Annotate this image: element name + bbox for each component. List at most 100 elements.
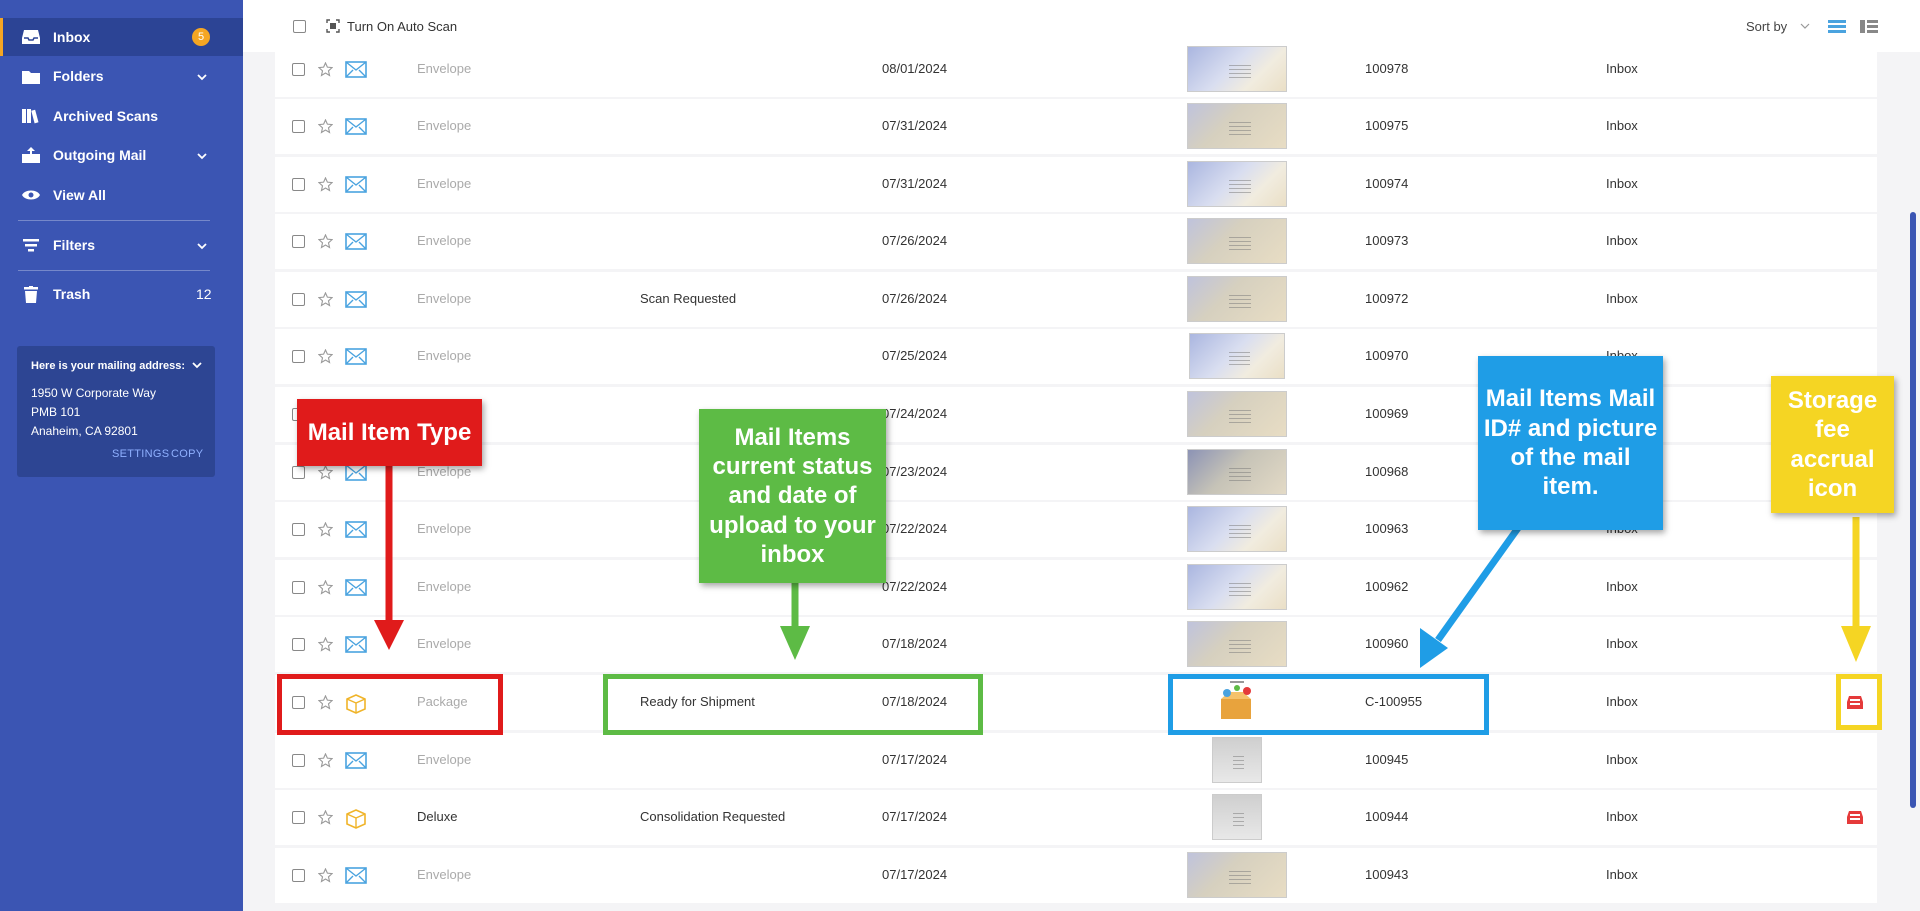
mail-thumbnail[interactable] [1187,218,1287,264]
sidebar-item-folders[interactable]: Folders [0,57,243,95]
star-icon[interactable] [317,464,334,480]
star-icon[interactable] [317,521,334,537]
star-icon[interactable] [317,636,334,652]
table-row[interactable]: Envelope 07/18/2024 100960 Inbox [275,617,1877,672]
select-all-checkbox[interactable] [293,20,306,33]
star-icon[interactable] [317,61,334,77]
row-checkbox[interactable] [292,754,305,767]
star-icon[interactable] [317,291,334,307]
mailid-highlight-box [1168,674,1489,735]
mail-type: Envelope [417,176,472,191]
divider [18,270,210,271]
mail-thumbnail[interactable] [1212,794,1262,840]
row-checkbox[interactable] [292,811,305,824]
address-line: Anaheim, CA 92801 [31,424,138,438]
star-icon[interactable] [317,579,334,595]
mail-date: 07/22/2024 [882,579,948,594]
envelope-icon [345,118,367,135]
table-row[interactable]: Envelope 08/01/2024 100978 Inbox [275,42,1877,97]
mail-id: 100944 [1365,809,1409,824]
detail-view-icon[interactable] [1860,20,1878,33]
mail-thumbnail[interactable] [1187,103,1287,149]
star-icon[interactable] [317,867,334,883]
star-icon[interactable] [317,176,334,192]
mail-thumbnail[interactable] [1187,506,1287,552]
mail-type: Envelope [417,233,472,248]
mail-date: 07/26/2024 [882,291,948,306]
mail-folder: Inbox [1606,752,1638,767]
table-row[interactable]: Deluxe Consolidation Requested 07/17/2024 1… [275,790,1877,845]
envelope-icon [345,867,367,884]
eye-icon [22,186,40,204]
chevron-down-icon[interactable] [197,72,207,82]
sidebar-item-archived-scans[interactable]: Archived Scans [0,97,243,135]
scrollbar[interactable] [1910,212,1916,808]
mail-thumbnail[interactable] [1187,161,1287,207]
row-checkbox[interactable] [292,466,305,479]
table-row[interactable]: Envelope 07/17/2024 100945 Inbox [275,733,1877,788]
address-label-lines [1229,236,1251,251]
row-checkbox[interactable] [292,581,305,594]
sidebar-item-filters[interactable]: Filters [0,226,243,264]
table-row[interactable]: Envelope 07/26/2024 100973 Inbox [275,214,1877,269]
chevron-down-icon[interactable] [1800,22,1810,30]
address-copy-link[interactable]: COPY [171,448,203,460]
table-row[interactable]: Package Ready for Shipment 07/18/2024 C-100… [275,675,1877,730]
address-label-lines [1229,409,1251,424]
sidebar-item-view-all[interactable]: View All [0,176,243,214]
envelope-icon [345,521,367,538]
mail-id: 100963 [1365,521,1409,536]
row-checkbox[interactable] [292,235,305,248]
sidebar-item-inbox[interactable]: Inbox 5 [0,18,243,56]
sidebar-item-trash[interactable]: Trash 12 [0,275,243,313]
auto-scan-button[interactable]: Turn On Auto Scan [347,19,457,34]
star-icon[interactable] [317,809,334,825]
row-checkbox[interactable] [292,178,305,191]
table-row[interactable]: Envelope Scan Requested 07/26/2024 100972 In… [275,272,1877,327]
scan-icon[interactable] [326,19,340,33]
star-icon[interactable] [317,233,334,249]
star-icon[interactable] [317,118,334,134]
star-icon[interactable] [317,348,334,364]
chevron-down-icon[interactable] [197,241,207,251]
envelope-icon [345,752,367,769]
address-settings-link[interactable]: SETTINGS [112,448,169,460]
mail-folder: Inbox [1606,61,1638,76]
mail-id: 100968 [1365,464,1409,479]
storage-fee-icon[interactable] [1846,808,1864,826]
mail-folder: Inbox [1606,233,1638,248]
sidebar-item-label: View All [53,187,106,203]
row-checkbox[interactable] [292,63,305,76]
sidebar-item-outgoing-mail[interactable]: Outgoing Mail [0,136,243,174]
mail-thumbnail[interactable] [1212,737,1262,783]
filter-icon [22,236,40,254]
mail-type: Envelope [417,636,472,651]
star-icon[interactable] [317,752,334,768]
chevron-down-icon[interactable] [192,360,202,370]
mail-thumbnail[interactable] [1189,333,1285,379]
mail-thumbnail[interactable] [1187,46,1287,92]
mail-thumbnail[interactable] [1187,621,1287,667]
mail-thumbnail[interactable] [1187,391,1287,437]
mail-thumbnail[interactable] [1187,564,1287,610]
row-checkbox[interactable] [292,293,305,306]
chevron-down-icon[interactable] [197,151,207,161]
row-checkbox[interactable] [292,120,305,133]
table-row[interactable]: Envelope 07/22/2024 100962 Inbox [275,560,1877,615]
mail-status: Consolidation Requested [640,809,786,824]
row-checkbox[interactable] [292,638,305,651]
sidebar-item-label: Trash [53,286,91,302]
mail-thumbnail[interactable] [1187,449,1287,495]
row-checkbox[interactable] [292,350,305,363]
table-row[interactable]: Envelope 07/31/2024 100975 Inbox [275,99,1877,154]
mail-date: 07/22/2024 [882,521,948,536]
row-checkbox[interactable] [292,523,305,536]
address-label-lines [1229,121,1251,136]
sort-by-dropdown[interactable]: Sort by [1746,19,1787,34]
list-view-icon[interactable] [1828,20,1846,33]
mail-thumbnail[interactable] [1187,852,1287,898]
table-row[interactable]: Envelope 07/31/2024 100974 Inbox [275,157,1877,212]
table-row[interactable]: Envelope 07/17/2024 100943 Inbox [275,848,1877,903]
row-checkbox[interactable] [292,869,305,882]
mail-thumbnail[interactable] [1187,276,1287,322]
